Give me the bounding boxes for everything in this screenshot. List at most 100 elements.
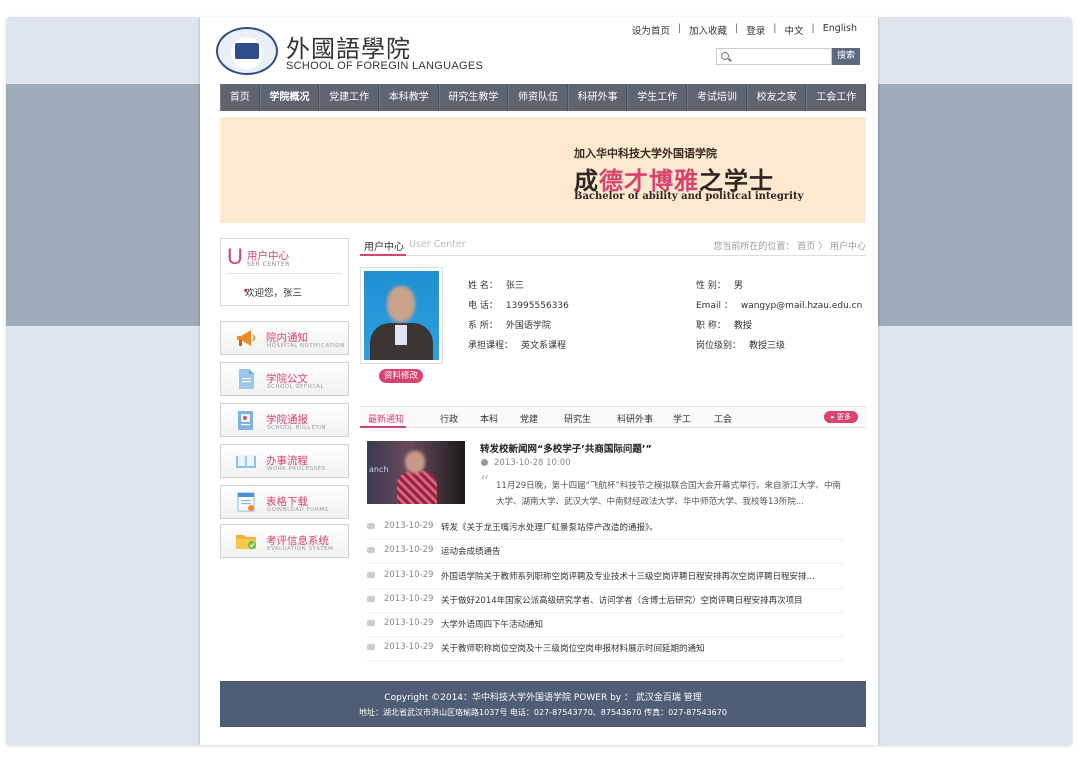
comment-icon (367, 523, 375, 529)
banner: 加入华中科技大学外国语学院 成德才博雅之学士 Bachelor of abili… (220, 117, 866, 223)
tab-undergrad[interactable]: 本科 (480, 412, 498, 425)
form-icon (237, 492, 255, 512)
set-homepage-link[interactable]: 设为首页 (624, 23, 678, 37)
top-links: 设为首页 | 加入收藏 | 登录 | 中文 | English (624, 23, 865, 37)
bulletin-icon (238, 411, 253, 430)
login-link[interactable]: 登录 (738, 23, 773, 37)
breadcrumb[interactable]: 您当前所在的位置： 首页 〉 用户中心 (713, 239, 866, 252)
tab-union[interactable]: 工会 (714, 412, 732, 425)
profile-gender: 性 别：男 (696, 281, 743, 291)
nav-item-students[interactable]: 学生工作 (627, 84, 688, 111)
quote-icon: “ (480, 472, 490, 493)
nav-item-home[interactable]: 首页 (220, 84, 260, 111)
footer-copyright: Copyright ©2014：华中科技大学外国语学院 POWER by ： 武… (384, 693, 702, 703)
sidebar-item-english: WORK PROCESSES (267, 466, 326, 472)
nav-item-undergrad[interactable]: 本科教学 (378, 84, 439, 111)
tab-latest[interactable]: 最新通知 (368, 412, 404, 425)
user-center-letter: U (227, 244, 243, 269)
tab-party[interactable]: 党建 (520, 412, 538, 425)
sidebar-item-english: EVALUATION SYSTEM (267, 546, 334, 552)
tab-user-center-english: User Center (409, 239, 466, 250)
footer-contact: 地址：湖北省武汉市洪山区珞瑜路1037号 电话：027-87543770、875… (359, 708, 727, 717)
nav-item-alumni[interactable]: 校友之家 (746, 84, 807, 111)
news-tabs: 最新通知 行政 本科 党建 研究生 科研外事 学工 工会 ▸ 更多 (360, 406, 866, 428)
profile-phone: 电 话： 13995556336 (468, 301, 569, 311)
school-seal-logo[interactable] (216, 27, 278, 75)
main-nav: 首页 学院概况 党建工作 本科教学 研究生教学 师资队伍 科研外事 学生工作 考… (220, 84, 867, 111)
tab-student-affairs[interactable]: 学工 (673, 412, 691, 425)
document-icon (239, 369, 254, 389)
comment-icon (367, 596, 375, 602)
featured-news-image[interactable]: anch (367, 441, 465, 504)
english-link[interactable]: English (815, 23, 865, 37)
avatar (364, 271, 439, 360)
logo-chinese-title: 外國語學院 (286, 35, 411, 63)
more-button[interactable]: ▸ 更多 (824, 411, 858, 423)
sidebar-item-english: DOWNLOAD FORMS (267, 507, 329, 513)
comment-icon (367, 620, 375, 626)
tab-user-center[interactable]: 用户中心 (364, 238, 404, 253)
nav-item-research[interactable]: 科研外事 (567, 84, 628, 111)
comment-icon (367, 547, 375, 553)
tab-divider (360, 255, 866, 256)
search-button[interactable]: 搜索 (832, 48, 860, 65)
tab-research[interactable]: 科研外事 (617, 412, 653, 425)
list-item[interactable]: 2013-10-29 关于教师职称岗位空岗及十三级岗位空岗申报材料展示时间延期的… (367, 637, 843, 661)
sidebar-item-notices[interactable]: 院内通知 HOSPITAL NOTIFICATION (220, 321, 349, 355)
sidebar-item-download[interactable]: 表格下载 DOWNLOAD FORMS (220, 485, 349, 519)
folder-icon (236, 535, 256, 549)
profile-photo-frame (360, 267, 443, 364)
sidebar-item-evaluation[interactable]: 考评信息系统 EVALUATION SYSTEM (220, 524, 349, 558)
book-icon (236, 455, 256, 468)
sidebar-item-process[interactable]: 办事流程 WORK PROCESSES (220, 444, 349, 478)
logo-english-title: SCHOOL OF FOREGIN LANGUAGES (286, 60, 484, 72)
list-item[interactable]: 2013-10-29 关于做好2014年国家公派高级研究学者、访问学者（含博士后… (367, 589, 843, 613)
tab-graduate[interactable]: 研究生 (564, 412, 591, 425)
sidebar-item-official[interactable]: 学院公文 SCHOOL OFFICIAL (220, 362, 349, 396)
divider (227, 273, 342, 274)
megaphone-icon (237, 330, 256, 346)
profile-level: 岗位级别： 教授三级 (696, 341, 786, 351)
list-item[interactable]: 2013-10-29 外国语学院关于教师系列职称空岗评聘及专业技术十三级空岗评聘… (367, 565, 843, 589)
comment-icon (367, 572, 375, 578)
nav-item-exams[interactable]: 考试培训 (687, 84, 747, 111)
profile-title: 职 称： 教授 (696, 321, 752, 331)
profile-courses: 承担课程： 英文系课程 (468, 341, 567, 351)
list-item[interactable]: 2013-10-29 运动会成绩通告 (367, 540, 843, 564)
search-box (716, 48, 832, 65)
profile-email: Email ： wangyp@mail.hzau.edu.cn (696, 301, 863, 311)
search-icon (721, 52, 729, 60)
clock-icon (481, 459, 488, 466)
list-item[interactable]: 2013-10-29 大学外语周四下午活动通知 (367, 613, 843, 637)
sidebar-item-english: SCHOOL OFFICIAL (267, 384, 325, 390)
page-background: 外國語學院 SCHOOL OF FOREGIN LANGUAGES 设为首页 | … (6, 17, 1072, 745)
nav-item-union[interactable]: 工会工作 (806, 84, 867, 111)
chinese-link[interactable]: 中文 (776, 23, 811, 37)
nav-item-graduate[interactable]: 研究生教学 (438, 84, 509, 111)
welcome-text: 欢迎您，张三 (245, 288, 303, 299)
footer: Copyright ©2014：华中科技大学外国语学院 POWER by ： 武… (220, 681, 866, 727)
page-container: 外國語學院 SCHOOL OF FOREGIN LANGUAGES 设为首页 | … (200, 17, 878, 745)
tab-active-indicator (360, 254, 406, 256)
nav-item-faculty[interactable]: 师资队伍 (508, 84, 568, 111)
list-item[interactable]: 2013-10-29 转发《关于龙王嘴污水处理厂虹景泵站停产改造的通报》。 (367, 516, 843, 540)
user-center-english: SER CENTER (247, 261, 290, 268)
banner-english: Bachelor of ability and political integr… (574, 191, 804, 202)
sidebar-item-bulletin[interactable]: 学院通报 SCHOOL BULLETIN (220, 403, 349, 437)
featured-news-summary: 11月29日晚，第十四届“飞航杯”科技节之模拟联合国大会开幕式举行。来自浙江大学… (496, 481, 841, 507)
comment-icon (367, 644, 375, 650)
user-center-box: U 用户中心 SER CENTER 欢迎您，张三 (220, 238, 349, 306)
featured-news-title[interactable]: 转发校新闻网“多校学子’共商国际问题’” (480, 441, 652, 455)
add-favorite-link[interactable]: 加入收藏 (681, 23, 735, 37)
profile-name: 姓 名： 张三 (468, 281, 524, 291)
sidebar-item-english: HOSPITAL NOTIFICATION (267, 343, 345, 349)
tab-admin[interactable]: 行政 (440, 412, 458, 425)
search-input[interactable] (733, 49, 829, 64)
nav-item-party[interactable]: 党建工作 (319, 84, 379, 111)
featured-news-date: 2013-10-28 10:00 (494, 458, 571, 468)
nav-item-overview[interactable]: 学院概况 (259, 84, 320, 111)
sidebar-item-english: SCHOOL BULLETIN (267, 425, 326, 431)
tab-active-indicator (360, 426, 406, 428)
edit-profile-button[interactable]: 资料修改 (379, 369, 423, 383)
banner-subtitle: 加入华中科技大学外国语学院 (574, 147, 717, 160)
